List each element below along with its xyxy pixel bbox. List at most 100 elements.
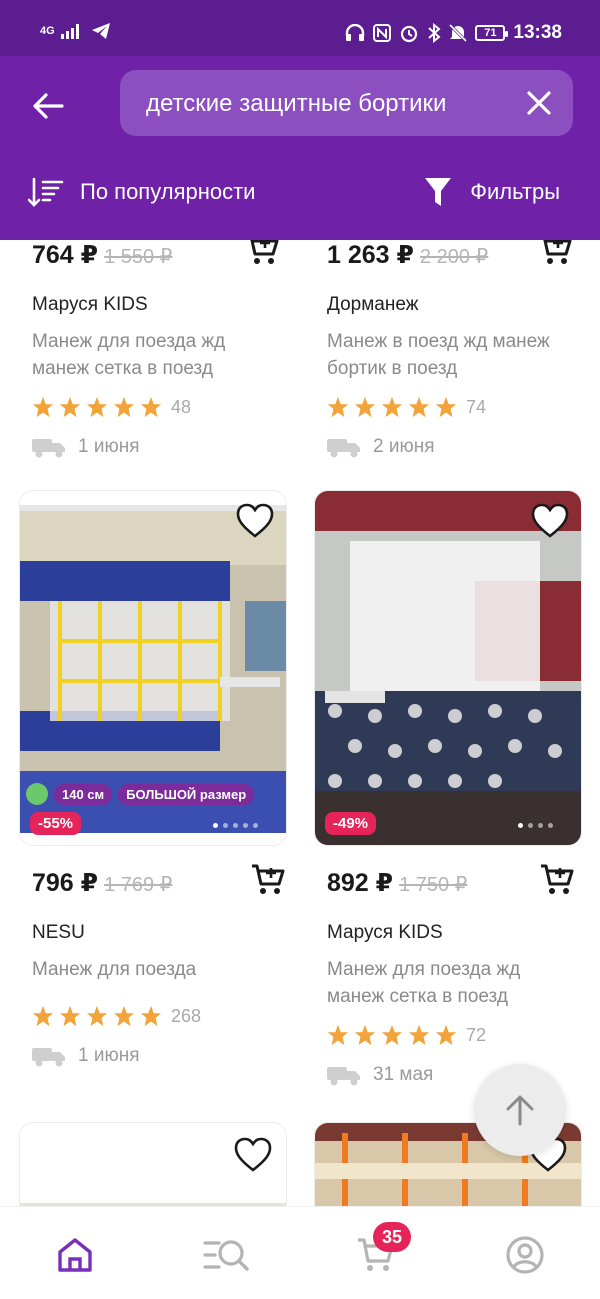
discount-badge: -55% bbox=[30, 812, 82, 835]
price-row: 1 263 ₽2 200 ₽ bbox=[327, 240, 595, 280]
star-icon bbox=[140, 1005, 162, 1027]
star-icon bbox=[59, 1005, 81, 1027]
add-to-cart-icon[interactable] bbox=[250, 862, 286, 898]
product-card[interactable]: 796 ₽1 769 ₽ NESU Манеж для поезда 268 1… bbox=[32, 864, 300, 1067]
rating: 72 bbox=[327, 1024, 595, 1046]
star-icon bbox=[86, 1005, 108, 1027]
brand-name: Маруся KIDS bbox=[32, 294, 148, 315]
brand-name: NESU bbox=[32, 922, 85, 943]
product-card[interactable]: 1 263 ₽2 200 ₽ Дорманеж Манеж в поезд жд… bbox=[327, 240, 595, 458]
clear-search-icon[interactable] bbox=[523, 87, 555, 119]
delivery-date: 1 июня bbox=[78, 436, 140, 457]
product-image[interactable]: 140 см БОЛЬШОЙ размер -55% bbox=[19, 490, 287, 846]
star-icon bbox=[435, 396, 457, 418]
reviews-count: 268 bbox=[171, 1005, 202, 1026]
cart-count-badge: 35 bbox=[373, 1222, 411, 1252]
nfc-icon bbox=[373, 24, 392, 42]
home-icon[interactable] bbox=[55, 1235, 95, 1275]
network-type: 4G bbox=[40, 25, 55, 37]
delivery-truck-icon bbox=[32, 1048, 65, 1067]
battery-indicator: 71 bbox=[475, 25, 509, 41]
back-arrow-icon[interactable] bbox=[28, 86, 68, 126]
old-price: 2 200 ₽ bbox=[419, 246, 489, 268]
delivery-date: 31 мая bbox=[373, 1064, 434, 1085]
add-to-cart-icon[interactable] bbox=[537, 240, 573, 268]
discount-badge: -49% bbox=[325, 812, 377, 835]
bottom-navigation bbox=[0, 1206, 600, 1299]
price-row: 764 ₽1 550 ₽ bbox=[32, 240, 300, 280]
rating: 74 bbox=[327, 396, 595, 418]
product-description: Манеж для поезда жд манеж сетка в поезд bbox=[327, 959, 521, 1007]
arrow-up-icon bbox=[506, 1095, 534, 1126]
star-icon bbox=[113, 396, 135, 418]
badges: 140 см БОЛЬШОЙ размер bbox=[26, 783, 255, 805]
catalog-search-icon[interactable] bbox=[203, 1235, 251, 1275]
app-header: детские защитные бортики По популярности… bbox=[0, 56, 600, 240]
clock: 13:38 bbox=[513, 22, 562, 43]
price: 1 263 ₽ bbox=[327, 241, 414, 269]
search-field[interactable]: детские защитные бортики bbox=[120, 70, 573, 136]
delivery-info: 2 июня bbox=[327, 436, 595, 458]
rating: 268 bbox=[32, 1005, 300, 1027]
check-badge-icon bbox=[26, 783, 48, 805]
favorite-heart-icon[interactable] bbox=[236, 503, 274, 539]
old-price: 1 550 ₽ bbox=[104, 246, 173, 268]
delivery-info: 1 июня bbox=[32, 436, 300, 458]
product-image[interactable]: -49% bbox=[314, 490, 582, 846]
price: 892 ₽ bbox=[327, 869, 394, 897]
size-badge: 140 см bbox=[54, 783, 113, 805]
scroll-to-top-button[interactable] bbox=[474, 1064, 566, 1156]
add-to-cart-icon[interactable] bbox=[244, 240, 280, 268]
signal-icon bbox=[60, 24, 79, 39]
search-input[interactable]: детские защитные бортики bbox=[146, 90, 496, 118]
price-row: 796 ₽1 769 ₽ bbox=[32, 864, 300, 908]
star-icon bbox=[327, 1024, 349, 1046]
star-icon bbox=[381, 1024, 403, 1046]
product-description: Манеж для поезда bbox=[32, 959, 197, 980]
product-photo bbox=[315, 491, 581, 845]
product-card[interactable]: 764 ₽1 550 ₽ Маруся KIDS Манеж для поезд… bbox=[32, 240, 300, 458]
product-description: Манеж в поезд жд манеж бортик в поезд bbox=[327, 331, 550, 379]
brand-name: Дорманеж bbox=[327, 294, 419, 315]
star-icon bbox=[140, 396, 162, 418]
filter-icon bbox=[425, 178, 452, 206]
telegram-icon bbox=[91, 23, 110, 39]
add-to-cart-icon[interactable] bbox=[539, 862, 575, 898]
reviews-count: 48 bbox=[171, 396, 192, 417]
sort-label: По популярности bbox=[80, 179, 256, 204]
sort-icon bbox=[28, 177, 64, 207]
mute-icon bbox=[449, 23, 468, 43]
star-icon bbox=[86, 396, 108, 418]
star-icon bbox=[435, 1024, 457, 1046]
delivery-date: 2 июня bbox=[373, 436, 435, 457]
rating: 48 bbox=[32, 396, 300, 418]
status-right: 71 13:38 bbox=[345, 22, 562, 44]
favorite-heart-icon[interactable] bbox=[234, 1137, 272, 1173]
star-icon bbox=[32, 1005, 54, 1027]
product-image[interactable] bbox=[19, 1122, 287, 1206]
star-icon bbox=[59, 396, 81, 418]
filters-button[interactable]: Фильтры bbox=[424, 176, 560, 208]
product-card[interactable]: 892 ₽1 750 ₽ Маруся KIDS Манеж для поезд… bbox=[327, 864, 595, 1086]
product-grid: 764 ₽1 550 ₽ Маруся KIDS Манеж для поезд… bbox=[0, 240, 600, 1206]
star-icon bbox=[408, 1024, 430, 1046]
bluetooth-icon bbox=[428, 23, 441, 43]
price: 764 ₽ bbox=[32, 241, 99, 269]
alarm-icon bbox=[401, 25, 418, 43]
delivery-info: 1 июня bbox=[32, 1045, 300, 1067]
large-size-badge: БОЛЬШОЙ размер bbox=[118, 783, 255, 805]
delivery-date: 1 июня bbox=[78, 1045, 140, 1066]
image-carousel-dots bbox=[213, 823, 258, 828]
star-icon bbox=[32, 396, 54, 418]
star-icon bbox=[327, 396, 349, 418]
sort-button[interactable]: По популярности bbox=[28, 176, 255, 208]
reviews-count: 74 bbox=[466, 396, 487, 417]
brand-name: Маруся KIDS bbox=[327, 922, 443, 943]
headphones-icon bbox=[346, 24, 365, 41]
filters-label: Фильтры bbox=[470, 179, 560, 204]
favorite-heart-icon[interactable] bbox=[531, 503, 569, 539]
reviews-count: 72 bbox=[466, 1024, 487, 1045]
profile-icon[interactable] bbox=[505, 1235, 545, 1275]
star-icon bbox=[354, 1024, 376, 1046]
status-left: 4G bbox=[40, 22, 111, 40]
